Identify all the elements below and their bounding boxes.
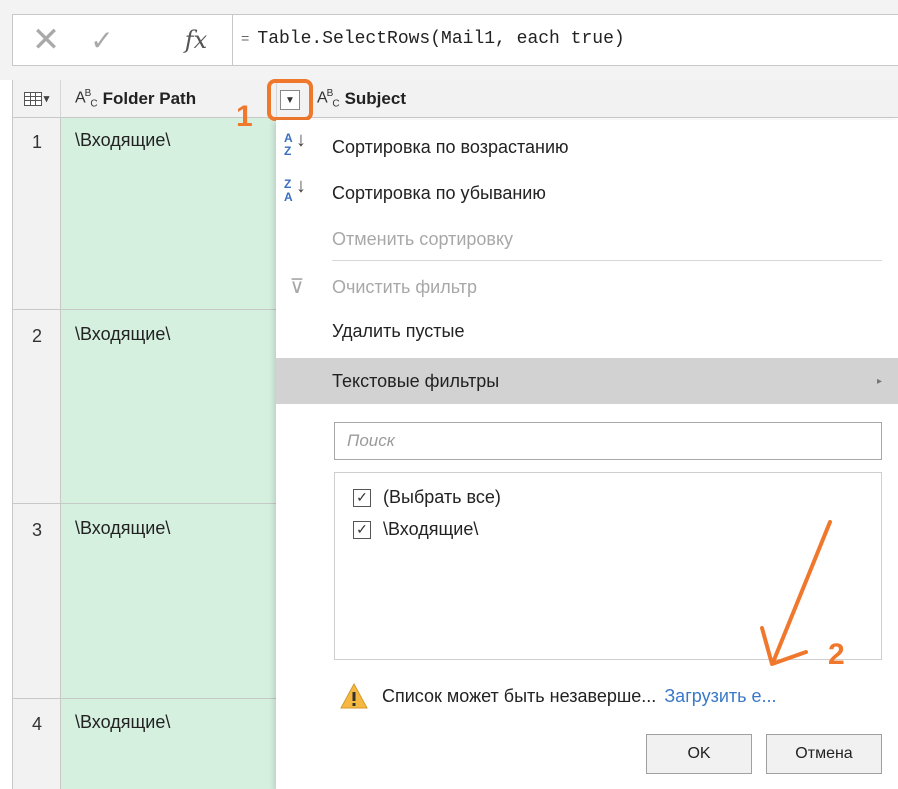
ok-button[interactable]: OK — [646, 734, 752, 774]
column-header-label: Subject — [344, 88, 406, 108]
menu-label: Очистить фильтр — [332, 276, 477, 297]
text-type-icon: ABC — [75, 87, 98, 110]
formula-bar-frame: ✕ ✓ fx = Table.SelectRows(Mail1, each tru… — [12, 14, 898, 66]
menu-remove-empty[interactable]: Удалить пустые — [276, 308, 898, 354]
row-divider — [13, 503, 277, 504]
menu-label: Сортировка по убыванию — [332, 182, 546, 203]
menu-sort-ascending[interactable]: A Z ↓ Сортировка по возрастанию — [276, 124, 898, 170]
row-divider — [13, 309, 277, 310]
menu-label: Текстовые фильтры — [332, 370, 500, 391]
formula-input[interactable]: = Table.SelectRows(Mail1, each true) — [241, 29, 625, 49]
clear-filter-icon: ⊽ — [289, 275, 305, 298]
table-menu-button[interactable]: ▾ — [13, 80, 61, 118]
row-number: 4 — [31, 714, 42, 734]
menu-text-filters[interactable]: Текстовые фильтры ▸ — [276, 358, 898, 404]
row-number: 2 — [31, 326, 42, 346]
filter-values-list: ✓ (Выбрать все) ✓ \Входящие\ — [334, 472, 882, 660]
column-header-label: Folder Path — [102, 88, 197, 108]
checkbox-checked[interactable]: ✓ — [353, 520, 371, 539]
sort-ascending-icon: A Z ↓ — [284, 129, 306, 158]
row-number: 1 — [31, 132, 42, 152]
callout-highlight-box — [267, 79, 313, 121]
menu-label: Отменить сортировку — [332, 228, 514, 249]
menu-clear-sort: Отменить сортировку — [276, 216, 898, 262]
menu-sort-descending[interactable]: Z A ↓ Сортировка по убыванию — [276, 170, 898, 216]
column-header-subject[interactable]: ABC Subject — [277, 80, 898, 118]
search-input[interactable]: Поиск — [334, 422, 882, 460]
chevron-down-icon: ▾ — [43, 93, 50, 105]
menu-separator — [332, 260, 882, 261]
sort-descending-icon: Z A ↓ — [284, 175, 306, 204]
formula-bar: ✕ ✓ fx = Table.SelectRows(Mail1, each tru… — [0, 0, 898, 80]
chevron-right-icon: ▸ — [876, 375, 882, 387]
table-cell-folder-path[interactable]: \Входящие\ — [75, 324, 170, 345]
checkbox-checked[interactable]: ✓ — [353, 488, 371, 507]
menu-label: Удалить пустые — [332, 320, 465, 341]
formula-equals-sign: = — [241, 32, 250, 48]
menu-label: Сортировка по возрастанию — [332, 136, 569, 157]
row-divider — [13, 698, 277, 699]
row-number-column — [13, 118, 61, 789]
formula-bar-divider — [232, 15, 233, 65]
folder-path-column — [61, 118, 277, 789]
incomplete-list-warning: Список может быть незаверше... Загрузить… — [340, 678, 777, 714]
load-more-link[interactable]: Загрузить е... — [664, 686, 776, 707]
formula-text: Table.SelectRows(Mail1, each true) — [257, 29, 625, 49]
check-icon[interactable]: ✓ — [87, 24, 117, 57]
row-number: 3 — [31, 520, 42, 540]
table-cell-folder-path[interactable]: \Входящие\ — [75, 712, 170, 733]
fx-icon[interactable]: fx — [179, 24, 213, 56]
list-item-select-all[interactable]: ✓ (Выбрать все) — [353, 487, 501, 508]
list-item-inbox[interactable]: ✓ \Входящие\ — [353, 519, 478, 540]
table-icon — [23, 91, 42, 106]
callout-number-2: 2 — [828, 638, 845, 671]
cancel-x-icon[interactable]: ✕ — [31, 20, 61, 60]
warning-text: Список может быть незаверше... — [382, 685, 657, 706]
text-type-icon: ABC — [317, 87, 340, 110]
callout-number-1: 1 — [236, 100, 253, 133]
table-cell-folder-path[interactable]: \Входящие\ — [75, 130, 170, 151]
list-item-label: (Выбрать все) — [383, 487, 501, 507]
menu-clear-filter: ⊽ Очистить фильтр — [276, 264, 898, 310]
filter-popup: A Z ↓ Сортировка по возрастанию Z A ↓ Сортир… — [276, 120, 898, 789]
warning-icon — [340, 683, 368, 709]
list-item-label: \Входящие\ — [383, 519, 479, 539]
cancel-button[interactable]: Отмена — [766, 734, 882, 774]
table-cell-folder-path[interactable]: \Входящие\ — [75, 518, 170, 539]
